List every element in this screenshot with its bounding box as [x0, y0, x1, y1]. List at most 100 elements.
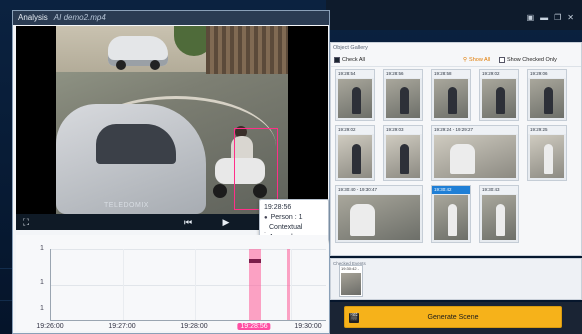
- checked-event-thumbnail[interactable]: 19:30:42 - 19:30:43: [339, 265, 363, 297]
- person-figure: [543, 86, 554, 115]
- thumbnail-image: [386, 79, 420, 118]
- y-tick: 1: [40, 245, 44, 252]
- window-title: Analysis: [18, 13, 48, 22]
- thumbnail-time: 19:28:54: [336, 70, 374, 78]
- y-tick: 1: [40, 305, 44, 312]
- thumbnail-image: [386, 135, 420, 178]
- thumbnail-image: [341, 273, 361, 295]
- checkbox-icon[interactable]: [499, 57, 505, 63]
- y-tick: 1: [40, 279, 44, 286]
- thumbnail-time: 19:29:24 - 19:29:27: [432, 126, 518, 134]
- person-figure: [543, 143, 554, 174]
- gallery-thumbnail[interactable]: 19:29:24 - 19:29:27: [431, 125, 519, 181]
- search-icon: ⚲: [463, 57, 468, 63]
- thumbnail-image: [338, 79, 372, 118]
- thumbnail-image: [434, 135, 516, 178]
- tooltip-person-row: ● Person : 1: [264, 213, 324, 223]
- checkbox-icon[interactable]: [334, 57, 340, 63]
- video-player[interactable]: TELEDOMIX: [16, 26, 328, 214]
- show-all-button[interactable]: ⚲ Show All: [463, 57, 490, 63]
- thumbnail-time: 19:29:25: [528, 126, 566, 134]
- right-window-header: ▣ ▬ ❐ ✕: [326, 0, 582, 30]
- gallery-thumbnail[interactable]: 19:28:58: [431, 69, 471, 121]
- gallery-thumbnail[interactable]: 19:29:25: [527, 125, 567, 181]
- person-figure: [399, 86, 410, 115]
- minimize-icon[interactable]: ▬: [540, 13, 548, 22]
- person-figure: [351, 143, 362, 174]
- car-wheel: [116, 60, 126, 70]
- person-figure: [495, 204, 506, 236]
- close-icon[interactable]: ✕: [567, 13, 574, 22]
- video-watermark: TELEDOMIX: [104, 202, 149, 209]
- thumbnail-image: [530, 135, 564, 178]
- event-timeline[interactable]: 1 1 1 19:26:00 19:27:00 19:28:00 19:28:5…: [16, 235, 328, 331]
- car-wheel: [150, 60, 160, 70]
- gallery-thumbnail[interactable]: 19:28:54: [335, 69, 375, 121]
- grid-line: [51, 285, 326, 286]
- person-figure: [495, 86, 506, 115]
- restore-icon[interactable]: ❐: [554, 13, 561, 22]
- generate-bar: 🎬 Generate Scene: [330, 302, 582, 334]
- clapperboard-icon: 🎬: [349, 313, 359, 323]
- thumbnail-image: [434, 195, 468, 240]
- file-name: AI demo2.mp4: [53, 13, 106, 22]
- person-figure: [447, 86, 458, 115]
- thumbnail-time: 19:28:58: [432, 70, 470, 78]
- checked-events-panel: Checked Events 19:30:42 - 19:30:43: [330, 258, 582, 300]
- gallery-title: Object Gallery: [333, 45, 368, 51]
- gallery-thumbnail[interactable]: 19:29:06: [527, 69, 567, 121]
- thumbnail-time: 19:30:43: [480, 186, 518, 194]
- gallery-thumbnail-selected[interactable]: 19:30:42: [431, 185, 471, 243]
- person-figure: [351, 86, 362, 115]
- detection-bounding-box[interactable]: [234, 128, 278, 210]
- backdrop-line: [0, 300, 12, 301]
- scooter-wheel: [213, 184, 227, 198]
- window-icon[interactable]: ▣: [527, 13, 535, 22]
- thumbnail-time: 19:29:02: [480, 70, 518, 78]
- thumbnail-image: [530, 79, 564, 118]
- x-tick: 19:30:00: [294, 323, 322, 330]
- generate-scene-label: Generate Scene: [427, 314, 479, 321]
- analysis-window: Analysis AI demo2.mp4 TELEDOMIX ⛶ ⏮ ▶ 19…: [12, 10, 330, 334]
- timeline-plot: [50, 249, 326, 321]
- analysis-titlebar: Analysis AI demo2.mp4: [13, 11, 329, 25]
- gallery-thumbnail[interactable]: 19:28:56: [383, 69, 423, 121]
- scene-foreground-car: [56, 104, 206, 214]
- person-figure: [447, 204, 458, 236]
- gallery-thumbnail[interactable]: 19:30:43: [479, 185, 519, 243]
- gallery-thumbnail[interactable]: 19:29:03: [383, 125, 423, 181]
- scene-gate: [206, 26, 288, 74]
- gallery-thumbnail[interactable]: 19:30:40 - 19:30:47: [335, 185, 423, 243]
- play-icon[interactable]: ▶: [220, 216, 232, 228]
- thumbnail-image: [338, 195, 420, 240]
- show-checked-only-toggle[interactable]: Show Checked Only: [499, 57, 557, 63]
- grid-line: [291, 249, 292, 320]
- backdrop-line: [0, 268, 12, 269]
- tooltip-person: Person : 1: [270, 214, 303, 221]
- skip-back-icon[interactable]: ⏮: [182, 216, 194, 228]
- thumbnail-image: [434, 79, 468, 118]
- object-gallery: Object Gallery Check All ⚲ Show All Show …: [330, 42, 582, 256]
- generate-scene-button[interactable]: 🎬 Generate Scene: [344, 306, 562, 328]
- gallery-thumbnail[interactable]: 19:29:02: [479, 69, 519, 121]
- check-all-toggle[interactable]: Check All: [334, 57, 365, 63]
- x-tick: 19:27:00: [108, 323, 136, 330]
- car-window: [96, 124, 176, 164]
- thumbnail-time: 19:29:02: [336, 126, 374, 134]
- window-controls: ▣ ▬ ❐ ✕: [527, 13, 574, 22]
- event-band[interactable]: [287, 249, 290, 320]
- gallery-toolbar: Check All ⚲ Show All Show Checked Only: [331, 55, 581, 67]
- x-tick-active[interactable]: 19:28:56: [237, 323, 271, 330]
- person-figure: [399, 143, 410, 174]
- show-checked-label: Show Checked Only: [507, 57, 557, 63]
- thumbnail-image: [482, 79, 516, 118]
- thumbnail-time: 19:29:03: [384, 126, 422, 134]
- grid-line: [195, 249, 196, 320]
- thumbnail-time: 19:29:06: [528, 70, 566, 78]
- thumbnail-image: [482, 195, 516, 240]
- bullet-icon: ●: [264, 215, 268, 221]
- gallery-thumbnail[interactable]: 19:29:02: [335, 125, 375, 181]
- expand-icon[interactable]: ⛶: [20, 216, 32, 228]
- event-band-marker: [249, 259, 261, 263]
- check-all-label: Check All: [342, 57, 365, 63]
